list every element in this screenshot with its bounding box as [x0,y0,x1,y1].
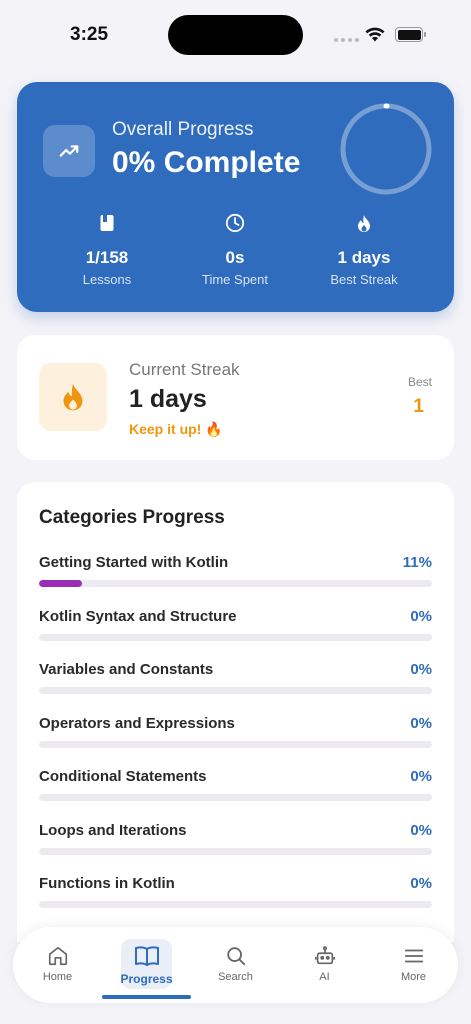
category-item[interactable]: Functions in Kotlin 0% [39,875,432,929]
category-name: Getting Started with Kotlin [39,554,229,571]
category-name: Kotlin Syntax and Structure [39,607,237,625]
category-name: Conditional Statements [39,768,207,785]
status-time: 3:25 [70,24,109,45]
category-item[interactable]: Variables and Constants 0% [39,661,432,715]
battery-icon [395,27,427,42]
category-progress-bar [39,687,432,694]
nav-label: Progress [120,972,173,986]
bottom-nav: Home Progress Search AI More [13,927,458,1003]
overall-progress-card: Overall Progress 0% Complete 1/158 Lesso… [17,82,454,312]
category-item[interactable]: Loops and Iterations 0% [39,822,432,876]
nav-active-indicator [102,995,191,999]
book-icon [47,212,167,234]
category-item[interactable]: Operators and Expressions 0% [39,715,432,769]
stat-value: 1 days [337,248,391,267]
home-icon [13,945,102,967]
stat-time-spent: 0s Time Spent [175,212,295,287]
nav-home[interactable]: Home [13,927,102,1003]
stat-best-streak: 1 days Best Streak [304,212,424,287]
category-progress-fill [39,580,83,587]
streak-message: Keep it up! 🔥 [129,421,223,437]
stat-label: Lessons [82,272,132,287]
category-item[interactable]: Kotlin Syntax and Structure 0% [39,608,432,662]
nav-label: AI [319,971,330,983]
status-bar: 3:25 [0,0,471,70]
categories-progress-card: Categories Progress Getting Started with… [17,482,454,942]
overall-progress-value: 0% Complete [112,146,301,179]
wifi-icon [365,27,385,42]
category-progress-bar [39,847,432,855]
robot-icon [280,945,369,967]
stat-lessons: 1/158 Lessons [47,212,167,287]
nav-progress[interactable]: Progress [102,927,191,1003]
category-progress-bar [39,901,432,908]
nav-label: Home [42,971,73,983]
trending-up-icon [43,125,95,177]
categories-title: Categories Progress [39,507,225,528]
category-percent: 11% [402,554,432,571]
nav-search[interactable]: Search [191,927,280,1003]
flame-icon [304,212,424,234]
dynamic-island [168,15,303,55]
book-open-icon [102,945,191,967]
category-progress-bar [39,794,432,801]
stat-value: 0s [225,248,245,267]
signal-icon [334,38,359,42]
category-progress-bar [39,740,432,748]
category-percent: 0% [410,821,432,839]
nav-more[interactable]: More [369,927,458,1003]
category-percent: 0% [410,875,432,892]
flame-icon [39,363,107,431]
stat-label: Best Streak [330,272,398,287]
search-icon [191,945,280,967]
stat-value: 1/158 [85,248,129,267]
category-name: Variables and Constants [39,661,214,678]
category-progress-bar [39,580,432,587]
menu-icon [369,945,458,967]
best-streak-label: Best [407,375,432,389]
category-list: Getting Started with Kotlin 11% Kotlin S… [39,554,432,929]
stat-label: Time Spent [202,272,268,287]
category-percent: 0% [410,714,432,732]
category-item[interactable]: Getting Started with Kotlin 11% [39,554,432,608]
category-percent: 0% [410,607,432,625]
nav-label: More [400,971,427,983]
clock-icon [175,212,295,234]
category-name: Functions in Kotlin [39,875,175,892]
current-streak-card: Current Streak 1 days Keep it up! 🔥 Best… [17,335,454,460]
current-streak-value: 1 days [129,385,207,413]
nav-label: Search [218,971,253,983]
current-streak-label: Current Streak [129,360,240,379]
category-name: Loops and Iterations [39,821,187,839]
category-percent: 0% [410,661,432,678]
overall-progress-label: Overall Progress [112,119,254,140]
category-name: Operators and Expressions [39,714,235,732]
category-percent: 0% [410,768,432,785]
category-item[interactable]: Conditional Statements 0% [39,768,432,822]
progress-ring [340,103,432,195]
best-streak-value: 1 [413,396,424,417]
category-progress-bar [39,633,432,641]
nav-ai[interactable]: AI [280,927,369,1003]
